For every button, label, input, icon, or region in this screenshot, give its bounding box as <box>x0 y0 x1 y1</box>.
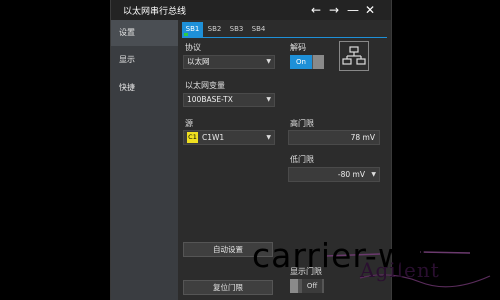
low-threshold-value: -80 mV <box>337 170 365 179</box>
tab-sb4[interactable]: SB4 <box>248 22 269 37</box>
protocol-select[interactable]: 以太网 ▼ <box>183 55 275 69</box>
source-select[interactable]: C1 C1W1 ▼ <box>183 130 275 145</box>
tab-label: SB2 <box>207 25 222 33</box>
channel-badge: C1 <box>187 132 198 143</box>
tab-sb3[interactable]: SB3 <box>226 22 247 37</box>
low-threshold-field[interactable]: -80 mV ▼ <box>288 167 380 182</box>
minimize-icon[interactable]: — <box>347 2 359 18</box>
variant-select[interactable]: 100BASE-TX ▼ <box>183 93 275 107</box>
sidebar-item-label: 显示 <box>119 55 135 64</box>
show-threshold-value: Off <box>302 279 322 293</box>
chevron-down-icon: ▼ <box>266 58 271 65</box>
tab-label: SB3 <box>229 25 244 33</box>
chevron-down-icon: ▼ <box>266 96 271 103</box>
network-icon <box>342 46 366 65</box>
decode-toggle[interactable]: On <box>290 55 324 69</box>
high-threshold-label: 高门限 <box>290 119 314 128</box>
source-value: C1W1 <box>202 133 225 142</box>
protocol-label: 协议 <box>185 43 201 52</box>
sidebar-item-label: 快捷 <box>119 83 135 92</box>
decode-label: 解码 <box>290 43 306 52</box>
arrow-right-icon[interactable]: → <box>329 2 339 18</box>
network-topology-icon[interactable] <box>339 41 369 71</box>
toggle-knob <box>313 55 324 69</box>
reset-threshold-button[interactable]: 复位门限 <box>183 280 273 295</box>
tab-sb1[interactable]: SB1 <box>182 22 203 37</box>
close-icon[interactable]: ✕ <box>365 2 375 18</box>
sidebar-item-shortcut[interactable]: 快捷 <box>111 75 178 101</box>
text-watermark: carrier-wu <box>252 236 428 275</box>
low-threshold-label: 低门限 <box>290 155 314 164</box>
sidebar-item-settings[interactable]: 设置 <box>111 20 178 46</box>
tab-label: SB4 <box>251 25 266 33</box>
tab-sb2[interactable]: SB2 <box>204 22 225 37</box>
high-threshold-value: 78 mV <box>350 133 375 142</box>
source-label: 源 <box>185 119 193 128</box>
sidebar: 设置 显示 快捷 <box>111 20 178 300</box>
high-threshold-field[interactable]: 78 mV <box>288 130 380 145</box>
arrow-left-icon[interactable]: ← <box>311 2 321 18</box>
sidebar-item-label: 设置 <box>119 28 135 37</box>
active-dot-icon <box>184 33 188 36</box>
decode-value: On <box>290 55 312 69</box>
toggle-knob <box>290 279 298 293</box>
protocol-value: 以太网 <box>187 57 210 66</box>
variant-label: 以太网变量 <box>185 81 225 90</box>
chevron-down-icon: ▼ <box>266 134 271 141</box>
chevron-down-icon: ▼ <box>371 171 376 178</box>
show-threshold-toggle[interactable]: Off <box>290 279 324 293</box>
dialog-title: 以太网串行总线 <box>123 7 187 17</box>
tab-label: SB1 <box>185 25 200 33</box>
variant-value: 100BASE-TX <box>187 95 233 104</box>
title-bar: 以太网串行总线 ← → — ✕ <box>111 0 391 20</box>
tab-underline <box>182 37 387 38</box>
sidebar-item-display[interactable]: 显示 <box>111 47 178 73</box>
